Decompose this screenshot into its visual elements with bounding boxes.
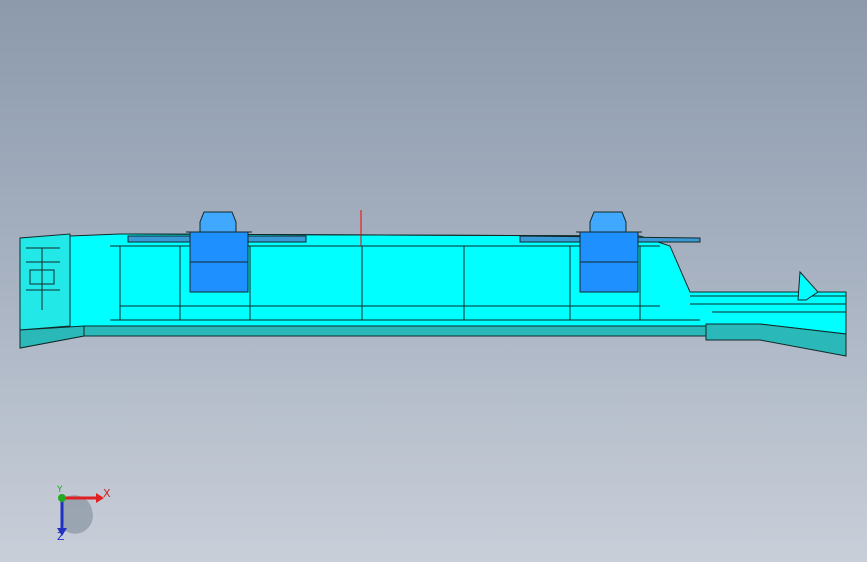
graphics-viewport[interactable]: X Y Z (0, 0, 867, 562)
part-model[interactable] (0, 0, 867, 562)
base-left (19, 325, 85, 349)
base-flange (83, 325, 707, 337)
y-axis-label: Y (57, 485, 63, 495)
x-axis-label: X (103, 487, 111, 500)
z-axis-label: Z (57, 530, 65, 543)
clip-left-knob (199, 211, 237, 233)
coordinate-triad: X Y Z (40, 478, 120, 548)
clip-right-knob (589, 211, 627, 233)
